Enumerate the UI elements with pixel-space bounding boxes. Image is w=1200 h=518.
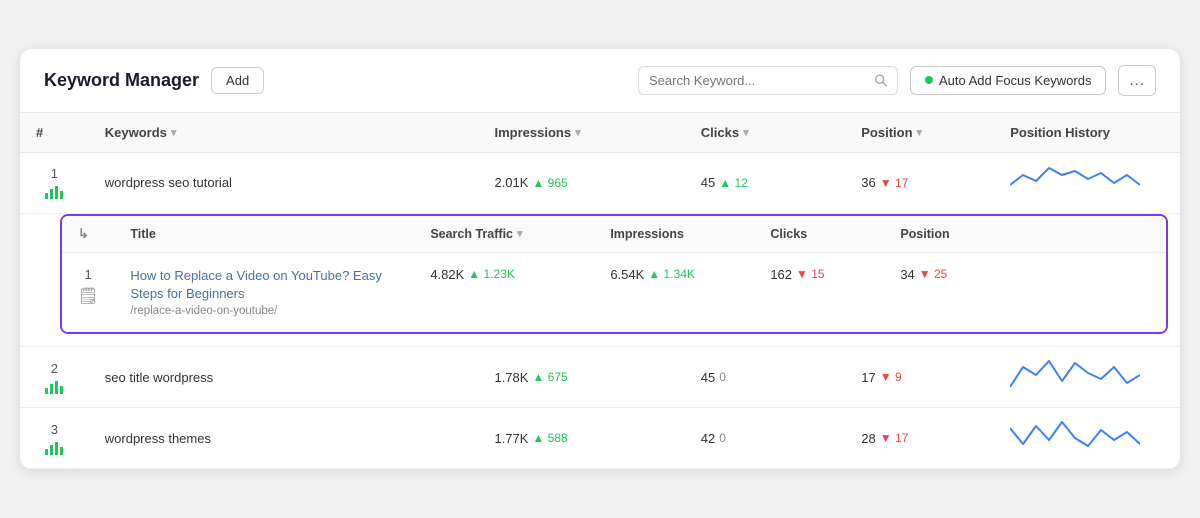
sub-col-position: Position	[884, 216, 1166, 253]
sparkline-chart	[1010, 418, 1140, 458]
sub-col-clicks: Clicks	[754, 216, 884, 253]
keyword-manager-panel: Keyword Manager Add Auto Add Focus Keywo…	[20, 49, 1180, 469]
col-header-hash: #	[20, 113, 89, 153]
row-number-cell: 2	[20, 347, 89, 408]
search-input[interactable]	[649, 73, 868, 88]
header: Keyword Manager Add Auto Add Focus Keywo…	[20, 49, 1180, 113]
expanded-row: ↳ Title Search Traffic	[20, 213, 1180, 346]
position-cell: 17 ▼ 9	[845, 347, 994, 408]
sparkline-chart	[1010, 163, 1140, 203]
col-header-position-history: Position History	[994, 113, 1180, 153]
chevron-down-icon: ▾	[171, 126, 177, 139]
table-header-row: # Keywords ▾ Impressions ▾	[20, 113, 1180, 153]
row-number-cell: 3	[20, 408, 89, 469]
sub-col-title: Title	[114, 216, 414, 253]
chart-bar-icon	[44, 183, 64, 199]
col-header-position: Position ▾	[845, 113, 994, 153]
keyword-cell: wordpress seo tutorial	[89, 152, 479, 213]
auto-add-label: Auto Add Focus Keywords	[939, 73, 1091, 88]
chart-bar-icon	[44, 439, 64, 455]
col-header-clicks: Clicks ▾	[685, 113, 845, 153]
table-row[interactable]: 3 wordpress themes 1.77K	[20, 408, 1180, 469]
clicks-cell: 42 0	[685, 408, 845, 469]
sub-search-traffic-cell: 4.82K ▲ 1.23K	[414, 252, 594, 331]
sparkline-cell	[994, 347, 1180, 408]
document-icon: 🗒	[78, 286, 98, 306]
sub-col-search-traffic: Search Traffic ▾	[414, 216, 594, 253]
sub-article-title-cell: How to Replace a Video on YouTube? Easy …	[114, 252, 414, 331]
sub-impressions-cell: 6.54K ▲ 1.34K	[594, 252, 754, 331]
impressions-cell: 1.77K ▲ 588	[478, 408, 684, 469]
sub-col-impressions: Impressions	[594, 216, 754, 253]
col-header-keywords: Keywords ▾	[89, 113, 479, 153]
keyword-cell: wordpress themes	[89, 408, 479, 469]
auto-add-focus-keywords-button[interactable]: Auto Add Focus Keywords	[910, 66, 1106, 95]
clicks-cell: 45 ▲ 12	[685, 152, 845, 213]
table-row[interactable]: 2 seo title wordpress 1.78K	[20, 347, 1180, 408]
keyword-cell: seo title wordpress	[89, 347, 479, 408]
sub-clicks-cell: 162 ▼ 15	[754, 252, 884, 331]
sub-col-hash: ↳	[62, 216, 114, 253]
status-dot	[925, 76, 933, 84]
chevron-down-icon: ▾	[575, 126, 581, 139]
keywords-table: # Keywords ▾ Impressions ▾	[20, 113, 1180, 469]
sparkline-chart	[1010, 357, 1140, 397]
search-icon	[874, 73, 887, 87]
sub-position-cell: 34 ▼ 25	[884, 252, 1166, 331]
col-header-impressions: Impressions ▾	[478, 113, 684, 153]
sub-row-num-cell: 1 🗒	[62, 252, 114, 331]
more-options-button[interactable]: ...	[1118, 65, 1156, 96]
chevron-down-icon: ▾	[917, 126, 923, 139]
sparkline-cell	[994, 408, 1180, 469]
impressions-cell: 2.01K ▲ 965	[478, 152, 684, 213]
position-cell: 28 ▼ 17	[845, 408, 994, 469]
chevron-down-icon: ▾	[517, 227, 523, 240]
chevron-down-icon: ▾	[743, 126, 749, 139]
clicks-cell: 45 0	[685, 347, 845, 408]
page-title: Keyword Manager	[44, 70, 199, 91]
search-box	[638, 66, 898, 95]
impressions-cell: 1.78K ▲ 675	[478, 347, 684, 408]
sparkline-cell	[994, 152, 1180, 213]
row-number-cell: 1	[20, 152, 89, 213]
table-row[interactable]: 1 wordpress seo tutorial 2.01K	[20, 152, 1180, 213]
chart-bar-icon	[44, 378, 64, 394]
position-cell: 36 ▼ 17	[845, 152, 994, 213]
sub-table-row[interactable]: 1 🗒 How to Replace a Video on YouTube? E…	[62, 252, 1166, 331]
add-button[interactable]: Add	[211, 67, 264, 94]
